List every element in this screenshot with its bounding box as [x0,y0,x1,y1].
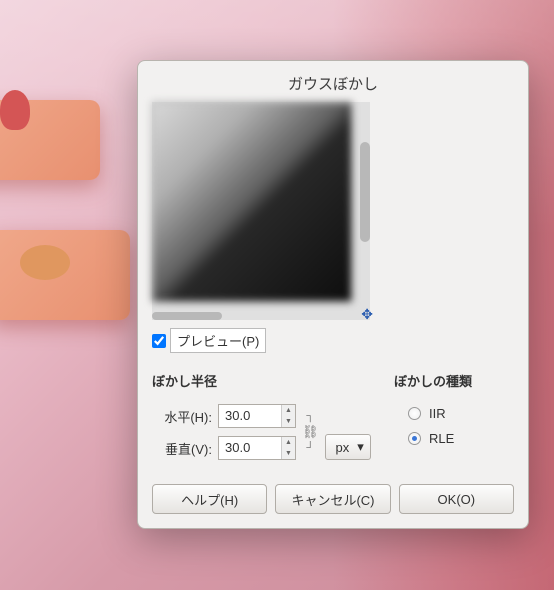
vertical-label: 垂直(V): [152,439,212,458]
preview-checkbox[interactable] [152,334,166,348]
preview-area[interactable]: ✥ [152,102,370,320]
move-icon[interactable]: ✥ [361,306,373,323]
blur-type-section: ぼかしの種類 IIR RLE [394,371,514,460]
radio-iir[interactable]: IIR [408,406,514,421]
dialog-title: ガウスぼかし [138,61,528,102]
cancel-button[interactable]: キャンセル(C) [275,484,390,514]
preview-label[interactable]: プレビュー(P) [170,328,266,353]
radio-iir-button[interactable] [408,407,421,420]
chevron-down-icon: ▾ [357,439,364,455]
radio-iir-label: IIR [429,406,446,421]
bg-shape [0,90,30,130]
vertical-step-down[interactable]: ▼ [282,448,295,459]
preview-scrollbar-vertical[interactable] [360,142,370,242]
horizontal-spinbox[interactable]: 30.0 ▲ ▼ [218,404,296,428]
blur-radius-section: ぼかし半径 水平(H): 30.0 ▲ ▼ [152,371,374,460]
chain-icon: ⛓ [302,424,319,440]
preview-image [152,102,352,302]
gaussian-blur-dialog: ガウスぼかし ✥ プレビュー(P) ぼかし半径 水平(H): 30.0 [137,60,529,529]
link-bracket-bottom: ┘ [306,442,314,454]
ok-button[interactable]: OK(O) [399,484,514,514]
preview-scrollbar-horizontal[interactable] [152,312,222,320]
radio-rle-button[interactable] [408,432,421,445]
type-title: ぼかしの種類 [394,371,514,390]
unit-value: px [336,440,350,455]
vertical-spinbox[interactable]: 30.0 ▲ ▼ [218,436,296,460]
unit-select[interactable]: px ▾ [325,434,371,460]
help-button[interactable]: ヘルプ(H) [152,484,267,514]
bg-shape [20,245,70,280]
link-values-toggle[interactable]: ┐ ⛓ ┘ [302,410,319,454]
link-bracket-top: ┐ [306,410,314,422]
bg-tray [0,230,130,320]
vertical-step-up[interactable]: ▲ [282,437,295,448]
horizontal-value[interactable]: 30.0 [219,405,281,427]
horizontal-step-up[interactable]: ▲ [282,405,295,416]
horizontal-step-down[interactable]: ▼ [282,416,295,427]
radio-rle[interactable]: RLE [408,431,514,446]
horizontal-label: 水平(H): [152,407,212,426]
radius-title: ぼかし半径 [152,371,374,390]
radio-rle-label: RLE [429,431,454,446]
vertical-value[interactable]: 30.0 [219,437,281,459]
